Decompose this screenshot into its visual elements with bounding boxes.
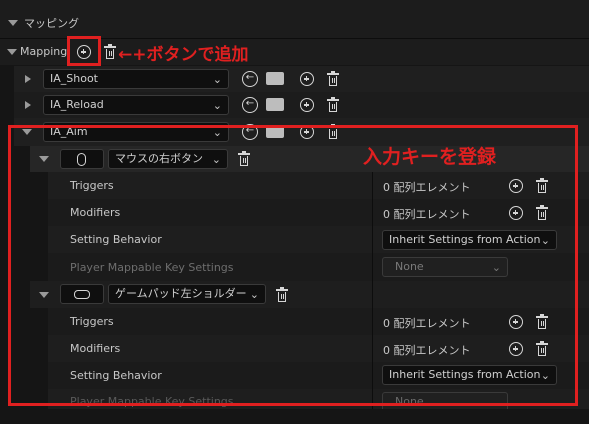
expand-arrow-icon[interactable] — [25, 101, 31, 109]
action-name: IA_Reload — [50, 98, 104, 111]
add-key-icon[interactable] — [300, 98, 314, 112]
browse-folder-icon[interactable] — [266, 98, 284, 111]
browse-back-icon[interactable]: ← — [242, 71, 258, 87]
action-row: IA_Reload ⌄ ← — [0, 92, 589, 118]
add-button-note: ←+ボタンで追加 — [118, 45, 249, 65]
add-key-icon[interactable] — [300, 72, 314, 86]
section-title: マッピング — [24, 17, 79, 30]
key-register-note: 入力キーを登録 — [363, 146, 497, 168]
mapping-label: Mapping — [20, 45, 68, 58]
collapse-arrow-icon[interactable] — [8, 20, 18, 26]
section-header[interactable]: マッピング — [0, 0, 589, 38]
chevron-down-icon: ⌄ — [212, 73, 222, 86]
chevron-down-icon: ⌄ — [212, 99, 222, 112]
add-button-highlight — [67, 36, 101, 66]
mapping-collapse-icon[interactable] — [7, 49, 17, 55]
delete-action-icon[interactable] — [327, 71, 339, 86]
clear-mappings-icon[interactable] — [104, 44, 116, 59]
action-name: IA_Shoot — [50, 72, 98, 85]
delete-action-icon[interactable] — [327, 97, 339, 112]
browse-folder-icon[interactable] — [266, 72, 284, 85]
action-row: IA_Shoot ⌄ ← — [0, 66, 589, 92]
browse-back-icon[interactable]: ← — [242, 97, 258, 113]
action-select[interactable]: IA_Shoot ⌄ — [43, 69, 229, 89]
expand-arrow-icon[interactable] — [25, 75, 31, 83]
action-select[interactable]: IA_Reload ⌄ — [43, 95, 229, 115]
